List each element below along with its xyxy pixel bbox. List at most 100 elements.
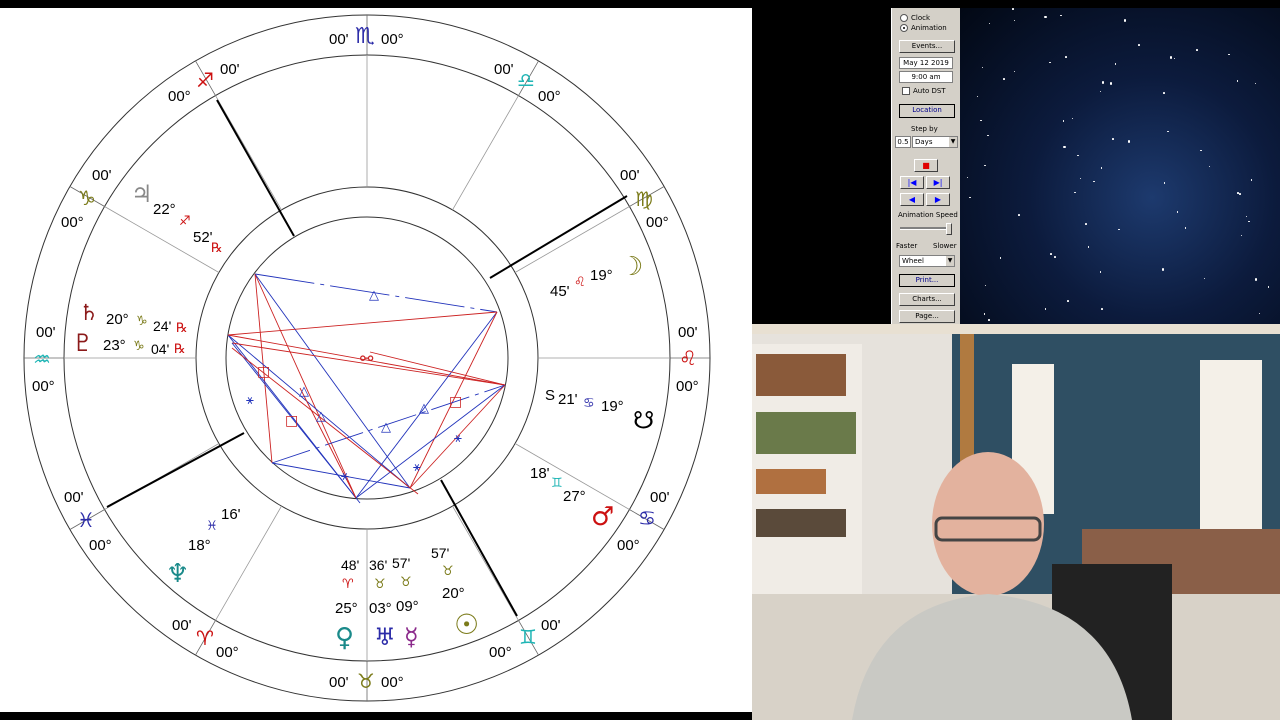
step-value-field[interactable]: 0.5 [895, 136, 911, 148]
sun-degrees: 20° [442, 585, 465, 602]
location-button[interactable]: Location [899, 104, 955, 118]
star [988, 319, 990, 321]
chevron-down-icon[interactable]: ▼ [949, 137, 957, 147]
speed-slider[interactable] [900, 223, 952, 235]
sign-cusp-minutes: 00' [64, 489, 84, 506]
neptune-icon: ♆ [166, 559, 190, 589]
shelf-items [756, 509, 846, 537]
sign-cusp-minutes: 00' [494, 61, 514, 78]
print-button[interactable]: Print... [899, 274, 955, 287]
step-forward-button[interactable]: ▶| [926, 176, 950, 189]
star [1169, 56, 1172, 59]
animation-radio[interactable]: Animation [900, 24, 947, 32]
center-glyph: ⚯ [360, 349, 374, 368]
star [1050, 253, 1052, 255]
sign-cusp-degrees: 00° [216, 644, 239, 661]
cancer-icon: ♋ [638, 506, 656, 530]
sign-cusp-minutes: 00' [329, 674, 349, 691]
uranus-icon: ♅ [374, 623, 396, 651]
star [1077, 154, 1079, 157]
scorpio-icon: ♏ [355, 24, 375, 49]
saturn-icon: ♄ [79, 301, 99, 326]
star [1049, 61, 1051, 63]
gemini-icon: ♊ [519, 625, 537, 649]
house-cusp-line [216, 99, 295, 237]
star [1087, 246, 1090, 248]
star [1163, 92, 1165, 94]
slider-track [900, 227, 952, 230]
auto-dst-checkbox[interactable]: Auto DST [902, 87, 946, 95]
radio-button[interactable] [900, 24, 908, 32]
step-unit-value: Days [915, 138, 933, 146]
mars-sign-icon: ♊ [551, 476, 563, 491]
pluto-icon: ♇ [72, 329, 94, 357]
house-cusp-line [489, 195, 628, 279]
clock-radio[interactable]: Clock [900, 14, 930, 22]
house-spoke-line [514, 206, 630, 273]
star [1079, 177, 1082, 180]
pluto-sign-icon: ♑ [133, 339, 145, 354]
star [1200, 149, 1202, 152]
trine-aspect-marker: △ [369, 288, 379, 303]
trine-aspect-marker: △ [299, 384, 309, 399]
node-minutes: 21' [558, 391, 578, 408]
house-cusp-line [106, 432, 245, 508]
play-backward-button[interactable]: ◀ [900, 193, 924, 206]
animation-control-panel: Clock Animation Events... May 12 2019 9:… [891, 8, 961, 324]
date-field[interactable]: May 12 2019 [899, 57, 953, 69]
star [1138, 44, 1140, 46]
auto-dst-label: Auto DST [913, 87, 946, 95]
house-spoke-line [215, 505, 282, 621]
star [1063, 145, 1066, 149]
house-spoke-line [215, 95, 282, 211]
star [984, 284, 987, 287]
stop-button[interactable]: ■ [914, 159, 938, 172]
sextile-aspect-marker: ⚹ [413, 460, 421, 475]
step-unit-select[interactable]: Days ▼ [912, 136, 958, 148]
uranus-minutes: 36' [369, 557, 388, 573]
step-by-label: Step by [911, 125, 938, 133]
sun-sign-icon: ♉ [442, 564, 454, 579]
checkbox[interactable] [902, 87, 910, 95]
star [1003, 78, 1005, 80]
radio-button[interactable] [900, 14, 908, 22]
page-button[interactable]: Page... [899, 310, 955, 323]
events-button[interactable]: Events... [899, 40, 955, 53]
time-field[interactable]: 9:00 am [899, 71, 953, 83]
star [1236, 80, 1239, 82]
star [1250, 179, 1253, 181]
slider-thumb[interactable] [946, 223, 952, 235]
star [1100, 167, 1103, 169]
mars-minutes: 18' [530, 465, 550, 482]
display-select-value: Wheel [902, 257, 924, 265]
jupiter-sign-icon: ♐ [179, 214, 191, 229]
leo-icon: ♌ [679, 346, 697, 370]
mercury-degrees: 09° [396, 598, 419, 615]
sagittarius-icon: ♐ [196, 68, 214, 92]
star [1013, 19, 1016, 22]
aspect-line [369, 351, 506, 386]
pisces-icon: ♓ [77, 508, 95, 532]
chevron-down-icon[interactable]: ▼ [946, 256, 954, 266]
star [1114, 63, 1117, 65]
star [1258, 312, 1261, 315]
display-select[interactable]: Wheel ▼ [899, 255, 955, 267]
sign-cusp-degrees: 00° [32, 378, 55, 395]
house-spoke-line [452, 505, 519, 621]
house-spoke-line [452, 95, 519, 211]
star [1093, 180, 1095, 183]
square-aspect-marker: □ [449, 394, 463, 410]
star [976, 95, 979, 98]
step-back-icon: |◀ [907, 178, 917, 187]
sun-minutes: 57' [431, 545, 450, 561]
step-back-button[interactable]: |◀ [900, 176, 924, 189]
square-aspect-marker: □ [285, 413, 299, 429]
play-forward-button[interactable]: ▶ [926, 193, 950, 206]
trine-aspect-marker: △ [381, 420, 391, 435]
node-degrees: 19° [601, 398, 624, 415]
star [1062, 120, 1065, 122]
neptune-minutes: 16' [221, 506, 241, 523]
star [1112, 138, 1114, 140]
charts-button[interactable]: Charts... [899, 293, 955, 306]
sign-cusp-minutes: 00' [329, 31, 349, 48]
